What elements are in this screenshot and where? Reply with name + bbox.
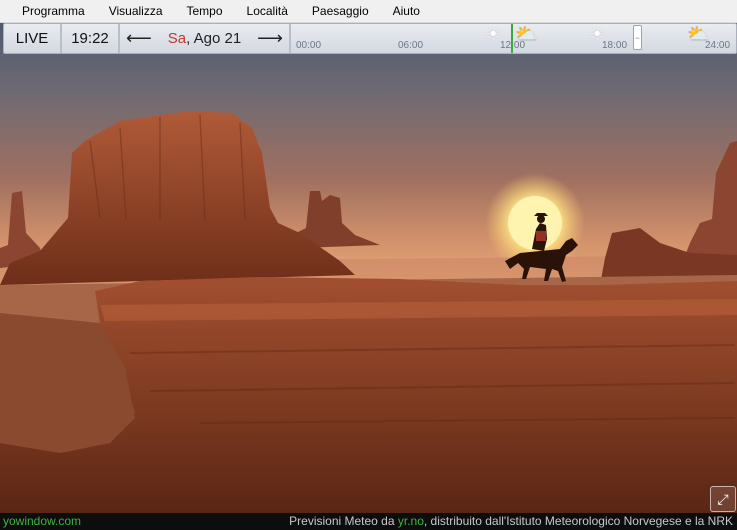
tick-label: 06:00 xyxy=(398,40,424,51)
menu-localita[interactable]: Località xyxy=(235,0,300,22)
mesa xyxy=(0,111,355,285)
credit-suffix: , distribuito dall'Istituto Meteorologic… xyxy=(423,514,733,528)
live-button[interactable]: LIVE xyxy=(4,24,62,53)
landscape-scene xyxy=(0,23,737,513)
tick-label: 18:00 xyxy=(602,40,628,51)
timeline[interactable]: 00:00 06:00 12:00 18:00 24:00 ☀ ⛅ ☀ ⛅ ⇔ xyxy=(293,24,736,53)
sun-icon: ☀ xyxy=(589,24,606,44)
sun-icon: ☀ xyxy=(485,24,502,44)
menu-visualizza[interactable]: Visualizza xyxy=(97,0,175,22)
timeline-slider-handle[interactable]: ⇔ xyxy=(633,25,642,50)
tick-label: 00:00 xyxy=(296,40,322,51)
day-label: Sa xyxy=(167,30,187,47)
menu-tempo[interactable]: Tempo xyxy=(175,0,235,22)
brand-link[interactable]: yowindow.com xyxy=(3,513,81,530)
date-navigator: ⟵ Sa, Ago 21 ⟶ xyxy=(120,24,291,53)
menu-paesaggio[interactable]: Paesaggio xyxy=(300,0,381,22)
date-rest: , Ago 21 xyxy=(186,30,242,47)
footer-bar: yowindow.com Previsioni Meteo da yr.no, … xyxy=(0,513,737,530)
date-label: Sa, Ago 21 xyxy=(168,30,241,47)
arrow-right-icon[interactable]: ⟶ xyxy=(257,28,283,49)
menu-bar: Programma Visualizza Tempo Località Paes… xyxy=(0,0,737,23)
time-bar: LIVE 19:22 ⟵ Sa, Ago 21 ⟶ 00:00 06:00 12… xyxy=(3,23,737,54)
credit-prefix: Previsioni Meteo da xyxy=(289,514,398,528)
credit-text: Previsioni Meteo da yr.no, distribuito d… xyxy=(289,513,733,530)
partly-cloudy-icon: ⛅ xyxy=(687,24,710,44)
desert-landscape xyxy=(0,111,737,513)
current-time-marker xyxy=(511,24,513,53)
arrow-left-icon[interactable]: ⟵ xyxy=(126,28,152,49)
partly-cloudy-icon: ⛅ xyxy=(515,24,538,44)
yr-link[interactable]: yr.no xyxy=(398,514,424,528)
far-butte-right xyxy=(680,141,737,268)
menu-aiuto[interactable]: Aiuto xyxy=(381,0,432,22)
current-time: 19:22 xyxy=(62,24,120,53)
fullscreen-icon[interactable]: ⤢ xyxy=(710,486,736,512)
menu-programma[interactable]: Programma xyxy=(0,0,97,22)
